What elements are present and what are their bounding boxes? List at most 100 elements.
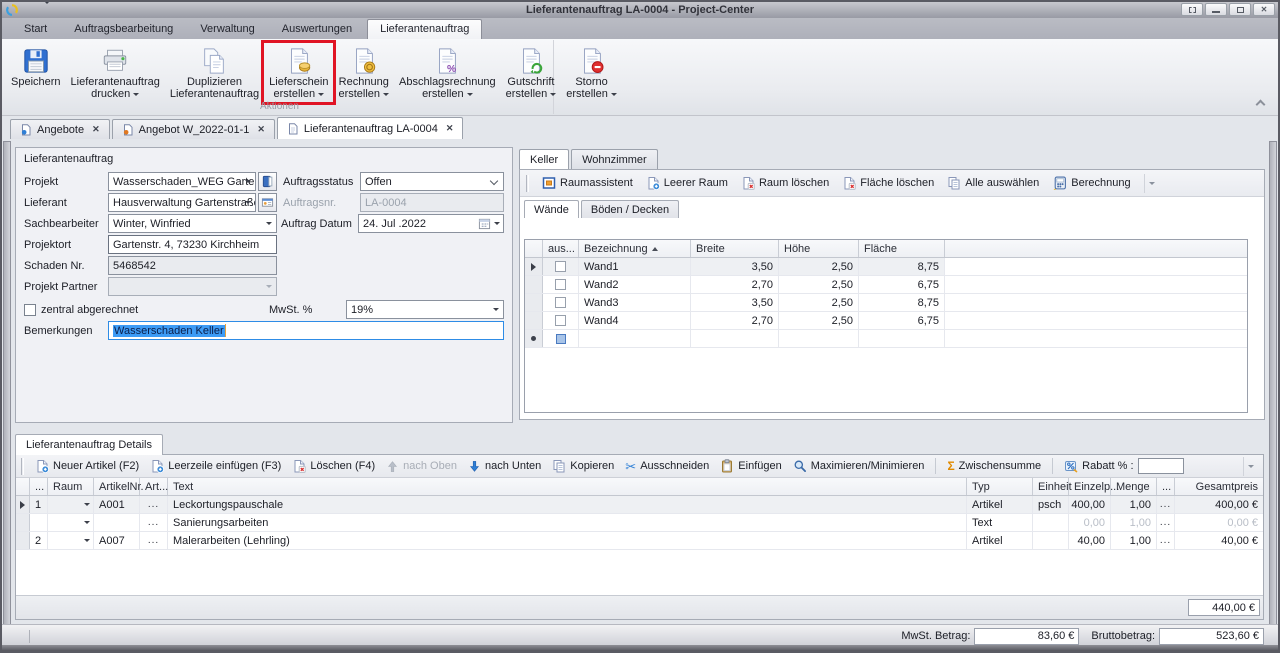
- zentral-abgerechnet-checkbox[interactable]: [24, 304, 36, 316]
- ribbon-tab-auswertungen[interactable]: Auswertungen: [270, 20, 364, 39]
- ribbon-tab-verwaltung[interactable]: Verwaltung: [188, 20, 266, 39]
- einfuegen-button[interactable]: Einfügen: [720, 459, 781, 473]
- raum-cell-dropdown[interactable]: [48, 514, 94, 531]
- column-header-hoehe[interactable]: Höhe: [779, 240, 859, 257]
- minimize-button[interactable]: [1205, 3, 1227, 16]
- maximieren-minimieren-button[interactable]: Maximieren/Minimieren: [793, 459, 925, 473]
- column-header-einzelpreis[interactable]: Einzelp...: [1069, 478, 1111, 495]
- tab-close-icon[interactable]: ✕: [446, 123, 454, 134]
- row-checkbox[interactable]: [555, 315, 566, 326]
- lieferant-combobox[interactable]: Hausverwaltung Gartenstraße: [108, 193, 256, 212]
- projektort-input[interactable]: Gartenstr. 4, 73230 Kirchheim: [108, 235, 277, 254]
- browse-button[interactable]: ...: [1160, 500, 1171, 510]
- berechnung-button[interactable]: Berechnung: [1052, 176, 1130, 191]
- tab-boeden-decken[interactable]: Böden / Decken: [581, 200, 679, 218]
- browse-button[interactable]: ...: [148, 518, 159, 528]
- raumassistent-button[interactable]: Raumassistent: [542, 176, 633, 190]
- tab-close-icon[interactable]: ✕: [257, 124, 265, 135]
- browse-button[interactable]: ...: [1160, 518, 1171, 528]
- row-checkbox[interactable]: [555, 279, 566, 290]
- projekt-combobox[interactable]: Wasserschaden_WEG Garte...: [108, 172, 256, 191]
- column-header-dots[interactable]: ...: [30, 478, 48, 495]
- ribbon-tab-lieferantenauftrag[interactable]: Lieferantenauftrag: [367, 19, 482, 39]
- tab-lieferantenauftrag-details[interactable]: Lieferantenauftrag Details: [15, 434, 163, 455]
- column-header-aus[interactable]: aus...: [543, 240, 579, 257]
- ribbon-tab-auftragsbearbeitung[interactable]: Auftragsbearbeitung: [62, 20, 185, 39]
- auftrag-datum-field[interactable]: 24. Jul .2022: [358, 214, 504, 233]
- window-style-button[interactable]: [1181, 3, 1203, 16]
- toolbar-grip[interactable]: [526, 175, 529, 192]
- column-header-art[interactable]: Art...: [140, 478, 168, 495]
- ribbon-tab-start[interactable]: Start: [12, 20, 59, 39]
- column-header-typ[interactable]: Typ: [967, 478, 1033, 495]
- browse-button[interactable]: ...: [148, 500, 159, 510]
- wall-row-2[interactable]: Wand2 2,70 2,50 6,75: [525, 276, 1247, 294]
- browse-button[interactable]: ...: [1160, 536, 1171, 546]
- toolbar-grip[interactable]: [21, 458, 24, 475]
- raum-loeschen-button[interactable]: Raum löschen: [741, 176, 829, 190]
- column-header-breite[interactable]: Breite: [691, 240, 779, 257]
- left-dock-strip[interactable]: [3, 141, 11, 646]
- leerer-raum-button[interactable]: Leerer Raum: [646, 176, 728, 190]
- row-checkbox[interactable]: [555, 297, 566, 308]
- detail-row-2[interactable]: ... Sanierungsarbeiten Text 0,00 1,00 ..…: [16, 514, 1263, 532]
- zwischensumme-button[interactable]: Σ Zwischensumme: [947, 460, 1041, 472]
- storno-erstellen-button[interactable]: Storno erstellen: [561, 43, 622, 102]
- rabatt-input[interactable]: [1138, 458, 1184, 474]
- neuer-artikel-button[interactable]: Neuer Artikel (F2): [35, 459, 139, 473]
- lieferantenauftrag-drucken-button[interactable]: Lieferantenauftrag drucken: [66, 43, 165, 102]
- room-tab-wohnzimmer[interactable]: Wohnzimmer: [571, 149, 658, 169]
- column-header-gesamtpreis[interactable]: Gesamtpreis: [1175, 478, 1263, 495]
- column-header-menge[interactable]: Menge: [1111, 478, 1157, 495]
- right-dock-strip[interactable]: [1269, 141, 1277, 646]
- toolbar-options-dropdown[interactable]: [1243, 457, 1258, 476]
- detail-row-1[interactable]: 1 A001 ... Leckortungspauschale Artikel …: [16, 496, 1263, 514]
- column-header-einheit[interactable]: Einheit: [1033, 478, 1069, 495]
- wall-row-1[interactable]: Wand1 3,50 2,50 8,75: [525, 258, 1247, 276]
- rechnung-erstellen-button[interactable]: Rechnung erstellen: [333, 43, 394, 102]
- speichern-button[interactable]: Speichern: [6, 43, 66, 90]
- column-header-dots2[interactable]: ...: [1157, 478, 1175, 495]
- mwst-combobox[interactable]: 19%: [346, 300, 504, 319]
- new-row[interactable]: [525, 330, 1247, 348]
- gutschrift-erstellen-button[interactable]: Gutschrift erstellen: [501, 43, 562, 102]
- leerzeile-einfuegen-button[interactable]: Leerzeile einfügen (F3): [150, 459, 281, 473]
- auftragsstatus-select[interactable]: Offen: [360, 172, 504, 191]
- doc-tab-lieferantenauftrag-la-0004[interactable]: Lieferantenauftrag LA-0004 ✕: [277, 117, 463, 139]
- wall-row-4[interactable]: Wand4 2,70 2,50 6,75: [525, 312, 1247, 330]
- detail-row-3[interactable]: 2 A007 ... Malerarbeiten (Lehrling) Arti…: [16, 532, 1263, 550]
- doc-tab-angebot-w-2022-01-1[interactable]: Angebot W_2022-01-1 ✕: [112, 119, 275, 139]
- duplizieren-lieferantenauftrag-button[interactable]: DuplizierenLieferantenauftrag: [165, 43, 264, 102]
- column-header-flaeche[interactable]: Fläche: [859, 240, 945, 257]
- maximize-button[interactable]: [1229, 3, 1251, 16]
- lieferschein-erstellen-button[interactable]: Lieferschein erstellen: [264, 43, 333, 102]
- raum-cell-dropdown[interactable]: [48, 532, 94, 549]
- abschlagsrechnung-erstellen-button[interactable]: % Abschlagsrechnung erstellen: [394, 43, 501, 102]
- column-header-text[interactable]: Text: [168, 478, 967, 495]
- close-button[interactable]: ✕: [1253, 3, 1275, 16]
- tab-close-icon[interactable]: ✕: [92, 124, 100, 135]
- doc-tab-angebote[interactable]: Angebote ✕: [10, 119, 110, 139]
- tab-waende[interactable]: Wände: [524, 200, 579, 218]
- projekt-open-button[interactable]: [258, 172, 277, 191]
- ausschneiden-button[interactable]: ✂ Ausschneiden: [625, 460, 709, 473]
- lieferant-open-button[interactable]: [258, 193, 277, 212]
- browse-button[interactable]: ...: [148, 536, 159, 546]
- flaeche-loeschen-button[interactable]: Fläche löschen: [842, 176, 934, 190]
- column-header-bezeichnung[interactable]: Bezeichnung: [579, 240, 691, 257]
- nach-unten-button[interactable]: nach Unten: [468, 460, 541, 473]
- schaden-nr-field[interactable]: 5468542: [108, 256, 277, 275]
- row-checkbox[interactable]: [555, 261, 566, 272]
- alle-auswaehlen-button[interactable]: Alle auswählen: [947, 176, 1039, 190]
- sachbearbeiter-combobox[interactable]: Winter, Winfried: [108, 214, 277, 233]
- berechnung-dropdown-button[interactable]: [1144, 174, 1159, 193]
- ribbon-collapse-icon[interactable]: [1256, 100, 1266, 110]
- column-header-raum[interactable]: Raum: [48, 478, 94, 495]
- bemerkungen-input[interactable]: Wasserschaden Keller: [108, 321, 504, 340]
- room-tab-keller[interactable]: Keller: [519, 149, 569, 169]
- column-header-artikelnr[interactable]: ArtikelNr.: [94, 478, 140, 495]
- loeschen-button[interactable]: Löschen (F4): [292, 459, 375, 473]
- kopieren-button[interactable]: Kopieren: [552, 459, 614, 473]
- raum-cell-dropdown[interactable]: [48, 496, 94, 513]
- wall-row-3[interactable]: Wand3 3,50 2,50 8,75: [525, 294, 1247, 312]
